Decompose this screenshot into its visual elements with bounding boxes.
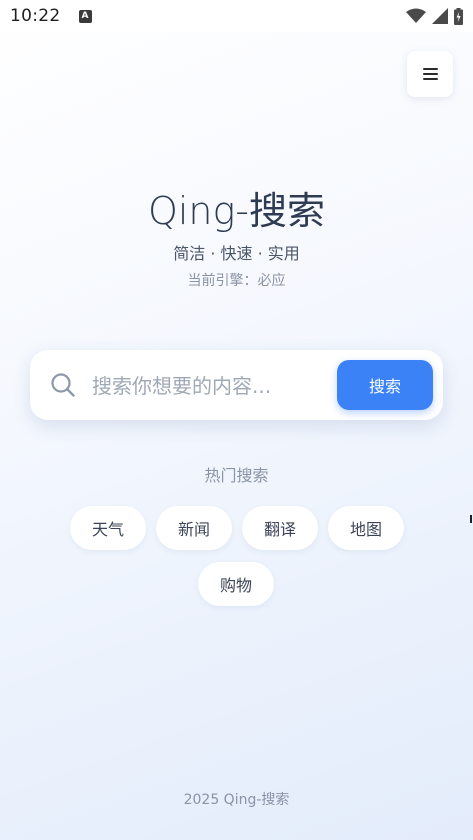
search-icon bbox=[51, 373, 75, 397]
menu-button[interactable] bbox=[407, 51, 453, 97]
scroll-edge-marker bbox=[470, 515, 472, 523]
status-time: 10:22 bbox=[10, 6, 61, 26]
hot-search-chip-map[interactable]: 地图 bbox=[328, 506, 404, 550]
wifi-icon bbox=[406, 8, 426, 23]
signal-icon bbox=[432, 8, 448, 24]
hot-search-title: 热门搜索 bbox=[204, 466, 269, 485]
hot-search-chip-weather[interactable]: 天气 bbox=[70, 506, 146, 550]
search-input[interactable] bbox=[90, 367, 334, 405]
hot-search-chip-news[interactable]: 新闻 bbox=[156, 506, 232, 550]
hamburger-menu-icon bbox=[422, 68, 438, 80]
search-button[interactable]: 搜索 bbox=[337, 360, 433, 410]
page-title: Qing-搜索 bbox=[147, 189, 326, 233]
status-icons bbox=[406, 7, 463, 25]
search-box: 搜索 bbox=[30, 350, 443, 420]
current-engine-label: 当前引擎：必应 bbox=[187, 273, 286, 289]
page-subtitle: 简洁 · 快速 · 实用 bbox=[173, 244, 300, 263]
status-bar: 10:22 A bbox=[0, 0, 473, 32]
hot-search-chip-translate[interactable]: 翻译 bbox=[242, 506, 318, 550]
battery-icon bbox=[454, 7, 463, 25]
hot-search-chip-shopping[interactable]: 购物 bbox=[198, 562, 274, 606]
footer-copyright: 2025 Qing-搜索 bbox=[183, 792, 290, 808]
app-notification-icon: A bbox=[78, 9, 92, 23]
